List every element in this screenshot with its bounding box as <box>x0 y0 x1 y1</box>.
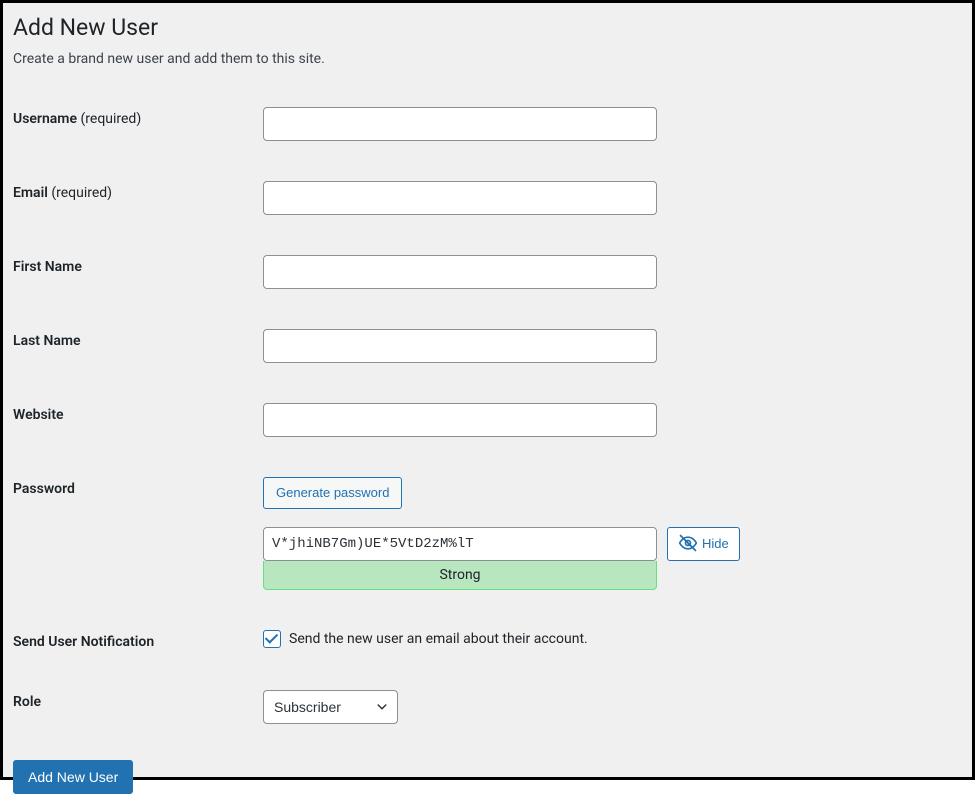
generate-password-button[interactable]: Generate password <box>263 477 402 509</box>
user-form-table: Username (required) Email (required) Fir… <box>13 87 962 744</box>
email-label: Email <box>13 185 48 201</box>
first-name-label: First Name <box>13 259 82 275</box>
last-name-input[interactable] <box>263 329 657 363</box>
username-input[interactable] <box>263 107 657 141</box>
eye-slash-icon <box>678 533 698 555</box>
username-required: (required) <box>80 111 141 127</box>
add-new-user-button[interactable]: Add New User <box>13 760 133 794</box>
add-user-page: Add New User Create a brand new user and… <box>0 0 975 780</box>
password-label: Password <box>13 481 75 497</box>
first-name-input[interactable] <box>263 255 657 289</box>
send-notification-checkbox[interactable] <box>263 630 281 648</box>
password-input[interactable] <box>263 527 657 561</box>
password-strength-meter: Strong <box>263 561 657 590</box>
email-required: (required) <box>51 185 112 201</box>
hide-button-label: Hide <box>702 537 729 550</box>
username-label: Username <box>13 111 77 127</box>
page-title: Add New User <box>13 13 962 43</box>
email-input[interactable] <box>263 181 657 215</box>
role-select[interactable]: Subscriber <box>263 690 398 724</box>
role-label: Role <box>13 694 41 710</box>
notification-checkbox-label: Send the new user an email about their a… <box>289 631 588 647</box>
website-label: Website <box>13 407 64 423</box>
hide-password-button[interactable]: Hide <box>667 527 740 561</box>
last-name-label: Last Name <box>13 333 81 349</box>
page-subtitle: Create a brand new user and add them to … <box>13 51 962 67</box>
notification-label: Send User Notification <box>13 634 154 650</box>
website-input[interactable] <box>263 403 657 437</box>
